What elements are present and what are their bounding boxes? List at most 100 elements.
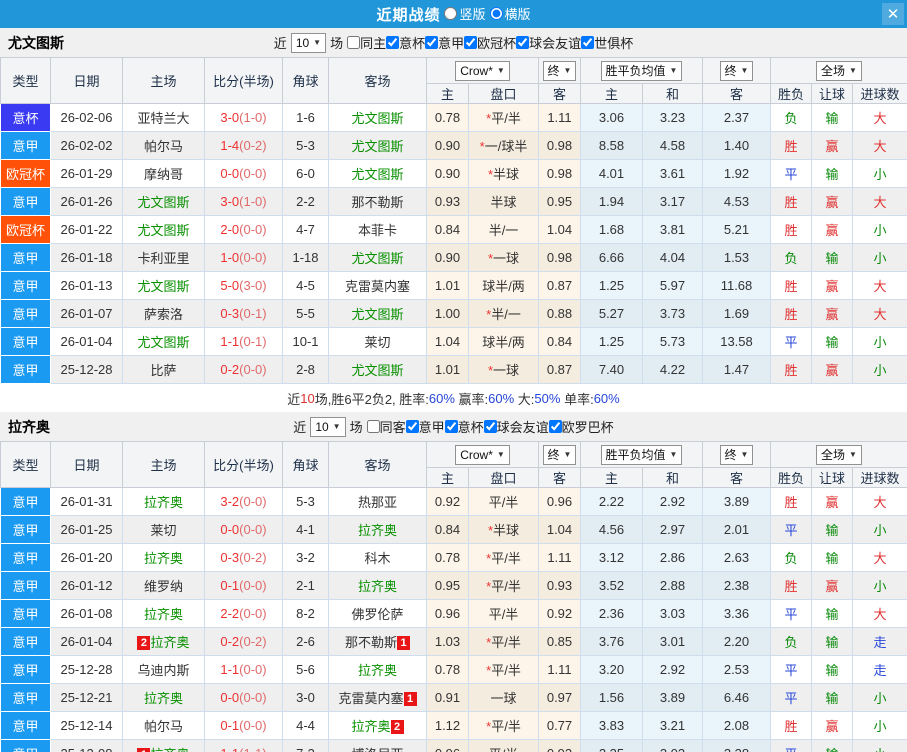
match-count-select[interactable]: 10 ▼ xyxy=(310,416,346,437)
filter-checkbox-意甲[interactable]: 意甲 xyxy=(425,33,464,52)
over-under-result: 小 xyxy=(851,159,907,188)
sub-column-header-让球: 让球 xyxy=(811,467,853,488)
checkbox[interactable] xyxy=(581,36,595,49)
filter-checkbox-意杯[interactable]: 意杯 xyxy=(386,33,425,52)
avg-home-odds: 1.25 xyxy=(580,271,643,300)
filter-checkbox-欧冠杯[interactable]: 欧冠杯 xyxy=(464,33,516,52)
avg-draw-odds: 3.61 xyxy=(642,159,703,188)
avg-draw-odds: 4.04 xyxy=(642,243,703,272)
checkbox[interactable] xyxy=(425,36,439,49)
sub-column-header-客: 客 xyxy=(702,83,771,104)
sub-column-header-主: 主 xyxy=(426,83,469,104)
odds-home: 0.91 xyxy=(426,683,469,712)
checkbox[interactable] xyxy=(405,420,419,433)
checkbox[interactable] xyxy=(464,36,478,49)
filter-checkbox-欧罗巴杯[interactable]: 欧罗巴杯 xyxy=(548,417,614,436)
table-row: 意甲 25-12-28 乌迪内斯 1-1(0-0) 5-6 拉齐奥 0.78 *平/半 1.11… xyxy=(0,655,907,684)
filter-checkbox-意甲[interactable]: 意甲 xyxy=(405,417,445,436)
final-odds-select[interactable]: 终 ▼ xyxy=(542,60,577,81)
filter-checkbox-世俱杯[interactable]: 世俱杯 xyxy=(581,33,633,52)
final-avg-select[interactable]: 终 ▼ xyxy=(719,60,754,81)
match-type-badge: 意甲 xyxy=(0,187,51,216)
odds-home: 0.84 xyxy=(426,215,469,244)
odds-home: 0.96 xyxy=(426,739,469,752)
odds-company-select[interactable]: Crow* ▼ xyxy=(455,60,510,81)
match-type-badge: 意甲 xyxy=(0,655,51,684)
match-date: 26-01-20 xyxy=(50,543,123,572)
avg-home-odds: 3.76 xyxy=(580,627,643,656)
match-type-badge: 意甲 xyxy=(0,327,51,356)
over-under-result: 小 xyxy=(851,243,907,272)
chevron-down-icon: ▼ xyxy=(849,450,857,459)
avg-draw-odds: 3.23 xyxy=(642,103,703,132)
match-date: 26-01-04 xyxy=(50,327,123,356)
win-draw-loss-result: 胜 xyxy=(770,711,812,740)
odds-away: 0.85 xyxy=(538,627,581,656)
score: 1-1(1-1) xyxy=(204,739,283,752)
handicap: *平/半 xyxy=(468,655,539,684)
handicap-result: 赢 xyxy=(811,711,853,740)
odds-away: 0.93 xyxy=(538,571,581,600)
home-team: 拉齐奥 xyxy=(122,599,205,628)
avg-away-odds: 5.21 xyxy=(702,215,771,244)
avg-draw-odds: 3.03 xyxy=(642,739,703,752)
match-date: 25-12-14 xyxy=(50,711,123,740)
away-team: 尤文图斯 xyxy=(328,103,427,132)
avg-away-odds: 3.38 xyxy=(702,739,771,752)
full-match-select[interactable]: 全场 ▼ xyxy=(816,444,862,465)
corners: 6-0 xyxy=(282,159,329,188)
avg-home-odds: 8.58 xyxy=(580,131,643,160)
avg-draw-odds: 3.03 xyxy=(642,599,703,628)
avg-odds-select[interactable]: 胜平负均值 ▼ xyxy=(600,444,683,465)
sub-column-header-胜负: 胜负 xyxy=(770,467,812,488)
odds-away: 1.11 xyxy=(538,543,581,572)
win-draw-loss-result: 平 xyxy=(770,159,812,188)
checkbox[interactable] xyxy=(444,420,458,433)
over-under-result: 大 xyxy=(851,187,907,216)
odds-home: 1.01 xyxy=(426,355,469,384)
filter-checkbox-同客[interactable]: 同客 xyxy=(366,417,406,436)
filter-checkbox-球会友谊[interactable]: 球会友谊 xyxy=(483,417,549,436)
layout-option-横版[interactable]: 横版 xyxy=(489,4,531,23)
corners: 5-6 xyxy=(282,655,329,684)
final-odds-header: 终 ▼ xyxy=(538,57,581,84)
filter-checkbox-意杯[interactable]: 意杯 xyxy=(444,417,484,436)
match-count-select[interactable]: 10 ▼ xyxy=(290,32,327,53)
checkbox[interactable] xyxy=(386,36,400,49)
odds-away: 0.97 xyxy=(538,683,581,712)
close-icon[interactable]: ✕ xyxy=(882,3,904,25)
handicap-result: 赢 xyxy=(811,271,853,300)
avg-odds-select[interactable]: 胜平负均值 ▼ xyxy=(600,60,683,81)
match-date: 26-01-13 xyxy=(50,271,123,300)
sections-container: 尤文图斯近 10 ▼ 场同主 意杯 意甲 欧冠杯 球会友谊 世俱杯 类型 日期 主场 比分(半场) 角球客… xyxy=(0,28,907,752)
home-team: 尤文图斯 xyxy=(122,215,205,244)
filter-checkbox-球会友谊[interactable]: 球会友谊 xyxy=(516,33,581,52)
checkbox[interactable] xyxy=(516,36,530,49)
final-odds-select[interactable]: 终 ▼ xyxy=(542,444,577,465)
odds-away: 0.98 xyxy=(538,243,581,272)
filter-checkbox-同主[interactable]: 同主 xyxy=(347,33,386,52)
checkbox[interactable] xyxy=(366,420,380,433)
corners: 5-3 xyxy=(282,131,329,160)
away-team: 克雷莫内塞 1 xyxy=(328,683,427,712)
table-row: 意甲 25-12-21 拉齐奥 0-0(0-0) 3-0 克雷莫内塞 1 0.91 一球 0.97… xyxy=(0,683,907,712)
full-match-select[interactable]: 全场 ▼ xyxy=(816,60,862,81)
layout-radio[interactable] xyxy=(489,6,503,20)
match-date: 25-12-08 xyxy=(50,739,123,752)
odds-company-header: Crow* ▼ xyxy=(426,57,539,84)
recent-results-window: 近期战绩 竖版 横版 ✕ 尤文图斯近 10 ▼ 场同主 意杯 意甲 欧冠杯 球会友谊 世俱杯 类型日… xyxy=(0,0,907,752)
odds-company-select[interactable]: Crow* ▼ xyxy=(455,444,510,465)
avg-away-odds: 2.20 xyxy=(702,627,771,656)
chevron-down-icon: ▼ xyxy=(669,450,678,459)
avg-draw-odds: 3.17 xyxy=(642,187,703,216)
checkbox[interactable] xyxy=(347,36,361,49)
layout-option-竖版[interactable]: 竖版 xyxy=(444,4,486,23)
avg-home-odds: 3.52 xyxy=(580,571,643,600)
layout-radio[interactable] xyxy=(444,6,458,20)
away-team: 拉齐奥 xyxy=(328,655,427,684)
checkbox[interactable] xyxy=(548,420,562,433)
final-avg-select[interactable]: 终 ▼ xyxy=(719,444,754,465)
odds-home: 1.12 xyxy=(426,711,469,740)
checkbox[interactable] xyxy=(483,420,497,433)
column-header-类型: 类型 xyxy=(0,57,51,104)
